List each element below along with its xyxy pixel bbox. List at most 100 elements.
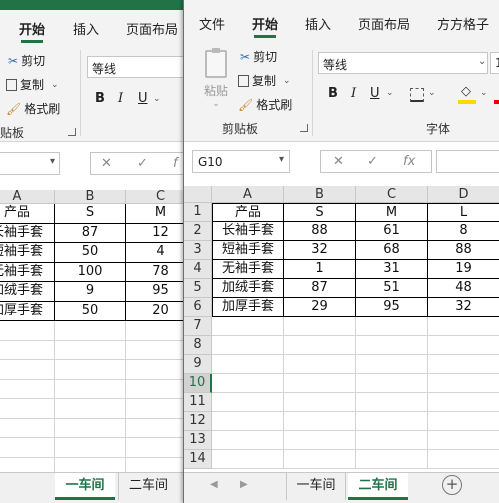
back-name-box[interactable]: ▾ bbox=[0, 152, 60, 175]
front-table-cell[interactable]: 68 bbox=[356, 241, 428, 260]
front-row-header-11[interactable]: 11 bbox=[184, 393, 212, 412]
front-underline-button[interactable]: U bbox=[370, 86, 380, 101]
front-copy-button[interactable]: 复制 ⌄ bbox=[238, 72, 291, 89]
front-formula-input[interactable] bbox=[436, 150, 499, 173]
front-empty-cell[interactable] bbox=[284, 336, 356, 355]
back-empty-cell[interactable] bbox=[0, 399, 55, 419]
front-sheet-tab-2[interactable]: 二车间 bbox=[348, 473, 408, 500]
back-sheet-tab-1[interactable]: 一车间 bbox=[55, 473, 115, 500]
front-bold-button[interactable]: B bbox=[328, 86, 338, 101]
front-empty-cell[interactable] bbox=[212, 412, 284, 431]
front-empty-cell[interactable] bbox=[356, 374, 428, 393]
cancel-icon[interactable]: ✕ bbox=[101, 156, 112, 171]
cancel-icon[interactable]: ✕ bbox=[333, 154, 344, 169]
front-empty-cell[interactable] bbox=[356, 412, 428, 431]
back-empty-cell[interactable] bbox=[55, 418, 126, 438]
front-empty-cell[interactable] bbox=[212, 374, 284, 393]
back-empty-cell[interactable] bbox=[126, 360, 186, 380]
back-column-header-C[interactable]: C bbox=[126, 190, 186, 204]
front-row-header-7[interactable]: 7 bbox=[184, 317, 212, 336]
back-empty-cell[interactable] bbox=[55, 379, 126, 399]
back-empty-cell[interactable] bbox=[0, 321, 55, 341]
front-empty-cell[interactable] bbox=[356, 393, 428, 412]
front-empty-cell[interactable] bbox=[284, 317, 356, 336]
chevron-down-icon[interactable]: ⌄ bbox=[428, 88, 436, 98]
front-column-header-A[interactable]: A bbox=[212, 186, 284, 203]
chevron-down-icon[interactable]: ⌄ bbox=[153, 94, 161, 104]
chevron-down-icon[interactable]: ⌄ bbox=[480, 88, 488, 98]
front-table-cell[interactable]: 32 bbox=[284, 241, 356, 260]
back-empty-cell[interactable] bbox=[126, 419, 186, 438]
front-tab-page-layout[interactable]: 页面布局 bbox=[358, 14, 410, 33]
front-name-box[interactable]: G10 ▾ bbox=[192, 150, 290, 173]
front-table-cell[interactable]: 19 bbox=[428, 260, 499, 279]
front-row-header-9[interactable]: 9 bbox=[184, 355, 212, 374]
back-table-cell[interactable]: 无袖手套 bbox=[0, 262, 55, 282]
front-empty-cell[interactable] bbox=[428, 450, 499, 469]
back-empty-cell[interactable] bbox=[55, 360, 126, 380]
front-empty-cell[interactable] bbox=[428, 412, 499, 431]
front-table-cell[interactable]: 无袖手套 bbox=[212, 260, 284, 279]
select-all-corner[interactable] bbox=[184, 186, 212, 203]
back-table-cell[interactable]: 50 bbox=[55, 301, 126, 321]
back-empty-cell[interactable] bbox=[126, 321, 186, 341]
back-empty-cell[interactable] bbox=[126, 438, 186, 458]
back-empty-cell[interactable] bbox=[126, 399, 186, 419]
back-table-cell[interactable]: 产品 bbox=[0, 204, 55, 224]
front-table-cell[interactable]: 29 bbox=[284, 298, 356, 317]
back-italic-button[interactable]: I bbox=[118, 91, 123, 106]
back-table-cell[interactable]: 87 bbox=[55, 223, 126, 243]
fill-color-button[interactable]: ◇ bbox=[458, 84, 476, 104]
back-empty-cell[interactable] bbox=[0, 379, 55, 399]
front-table-cell[interactable]: 加厚手套 bbox=[212, 298, 284, 317]
back-empty-cell[interactable] bbox=[55, 340, 126, 360]
back-font-name-box[interactable]: 等线 bbox=[87, 56, 186, 78]
front-empty-cell[interactable] bbox=[212, 450, 284, 469]
front-table-cell[interactable]: 87 bbox=[284, 279, 356, 298]
back-sheet-tab-2[interactable]: 二车间 bbox=[118, 473, 178, 500]
front-empty-cell[interactable] bbox=[284, 450, 356, 469]
front-tab-file[interactable]: 文件 bbox=[199, 14, 225, 33]
front-row-header-3[interactable]: 3 bbox=[184, 241, 212, 260]
back-table-cell[interactable]: 100 bbox=[55, 262, 126, 282]
front-row-header-8[interactable]: 8 bbox=[184, 336, 212, 355]
front-empty-cell[interactable] bbox=[212, 336, 284, 355]
back-empty-cell[interactable] bbox=[0, 438, 55, 458]
back-table-cell[interactable]: 50 bbox=[55, 243, 126, 263]
front-row-header-1[interactable]: 1 bbox=[184, 203, 212, 222]
front-row-header-10[interactable]: 10 bbox=[184, 374, 212, 393]
front-table-cell[interactable]: 短袖手套 bbox=[212, 241, 284, 260]
front-table-cell[interactable]: 88 bbox=[284, 222, 356, 241]
front-row-header-14[interactable]: 14 bbox=[184, 450, 212, 469]
front-table-cell[interactable]: 加绒手套 bbox=[212, 279, 284, 298]
back-empty-cell[interactable] bbox=[0, 340, 55, 360]
confirm-icon[interactable]: ✓ bbox=[137, 156, 148, 171]
front-empty-cell[interactable] bbox=[284, 374, 356, 393]
front-empty-cell[interactable] bbox=[428, 431, 499, 450]
back-cut-button[interactable]: ✂ 剪切 bbox=[8, 52, 45, 69]
front-row-header-13[interactable]: 13 bbox=[184, 431, 212, 450]
back-format-painter-button[interactable]: 🖌 格式刷 bbox=[6, 100, 60, 117]
back-copy-button[interactable]: 复制 ⌄ bbox=[6, 76, 59, 93]
back-empty-cell[interactable] bbox=[0, 418, 55, 438]
back-empty-cell[interactable] bbox=[55, 321, 126, 341]
back-empty-cell[interactable] bbox=[126, 341, 186, 360]
back-empty-cell[interactable] bbox=[55, 438, 126, 458]
insert-function-icon[interactable]: fx bbox=[403, 154, 415, 169]
front-clipboard-launcher-icon[interactable] bbox=[300, 124, 308, 132]
back-table-cell[interactable]: 加厚手套 bbox=[0, 301, 55, 321]
scroll-left-icon[interactable]: ◀ bbox=[210, 479, 218, 490]
back-table-cell[interactable]: 短袖手套 bbox=[0, 243, 55, 263]
front-empty-cell[interactable] bbox=[428, 355, 499, 374]
chevron-down-icon[interactable]: ⌄ bbox=[386, 88, 394, 98]
front-column-header-B[interactable]: B bbox=[284, 186, 356, 203]
back-table-cell[interactable]: 4 bbox=[126, 243, 186, 263]
front-table-cell[interactable]: L bbox=[428, 203, 499, 222]
front-table-cell[interactable]: M bbox=[356, 203, 428, 222]
front-table-cell[interactable]: 51 bbox=[356, 279, 428, 298]
front-table-cell[interactable]: 48 bbox=[428, 279, 499, 298]
front-empty-cell[interactable] bbox=[356, 450, 428, 469]
front-table-cell[interactable]: 产品 bbox=[212, 203, 284, 222]
back-table-cell[interactable]: S bbox=[55, 204, 126, 224]
back-tab-insert[interactable]: 插入 bbox=[73, 19, 99, 38]
